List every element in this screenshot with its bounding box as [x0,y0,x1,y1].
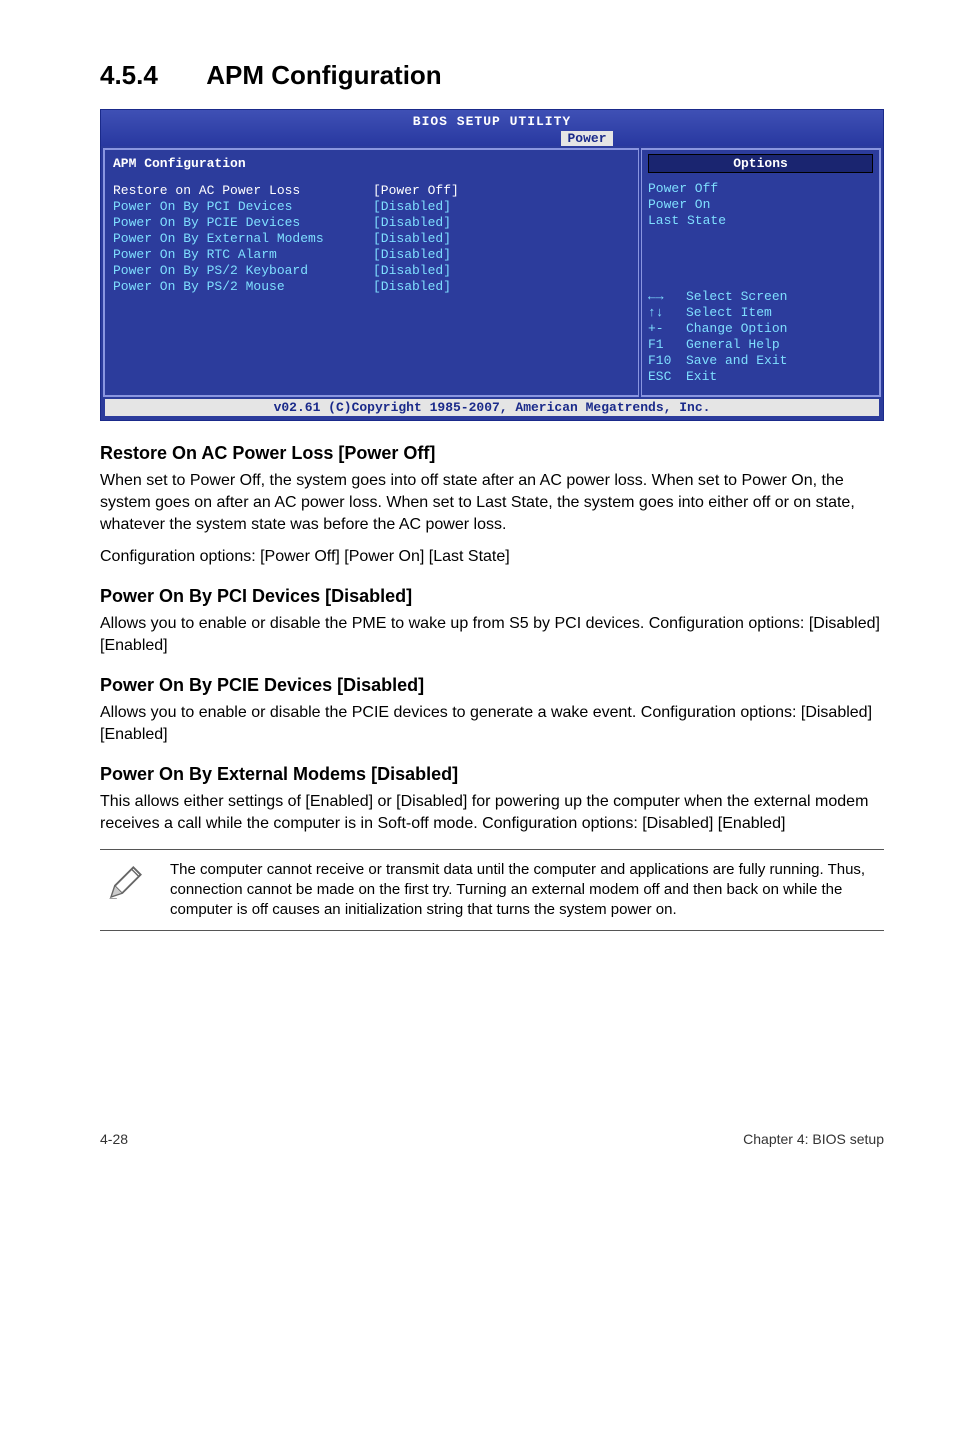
page-footer: 4-28 Chapter 4: BIOS setup [100,1131,884,1147]
bios-setting-label: Power On By PCI Devices [113,199,373,215]
nav-row: ↑↓Select Item [648,305,873,321]
bios-setting-row: Power On By External Modems [Disabled] [113,231,630,247]
bios-tabs: Power [101,131,883,146]
bios-left-title: APM Configuration [113,156,630,171]
option-item: Power Off [648,181,873,197]
nav-text: General Help [686,337,780,352]
nav-text: Save and Exit [686,353,787,368]
option-item: Power On [648,197,873,213]
bios-setting-row: Power On By PCIE Devices [Disabled] [113,215,630,231]
subsection-heading: Power On By PCIE Devices [Disabled] [100,675,884,696]
bios-setting-value: [Disabled] [373,231,451,247]
bios-setting-label: Power On By PS/2 Keyboard [113,263,373,279]
bios-setting-value: [Disabled] [373,263,451,279]
options-header: Options [648,154,873,173]
body-text: Allows you to enable or disable the PME … [100,613,884,657]
nav-row: F10Save and Exit [648,353,873,369]
nav-row: F1General Help [648,337,873,353]
nav-text: Select Screen [686,289,787,304]
option-item: Last State [648,213,873,229]
subsection-heading: Power On By External Modems [Disabled] [100,764,884,785]
bios-tab-power: Power [561,131,612,146]
bios-setting-value: [Disabled] [373,199,451,215]
bios-top-bar: BIOS SETUP UTILITY Power [101,110,883,146]
options-list: Power Off Power On Last State [648,181,873,229]
bios-setting-value: [Disabled] [373,279,451,295]
nav-text: Change Option [686,321,787,336]
section-title: APM Configuration [206,60,441,90]
body-text: This allows either settings of [Enabled]… [100,791,884,835]
section-heading: 4.5.4 APM Configuration [100,60,884,91]
page-number: 4-28 [100,1131,128,1147]
nav-text: Select Item [686,305,772,320]
bios-setting-label: Power On By PCIE Devices [113,215,373,231]
body-text: When set to Power Off, the system goes i… [100,470,884,536]
bios-setting-row: Restore on AC Power Loss [Power Off] [113,183,630,199]
nav-help: ←→Select Screen ↑↓Select Item +-Change O… [648,289,873,385]
nav-row: ESCExit [648,369,873,385]
bios-screenshot: BIOS SETUP UTILITY Power APM Configurati… [100,109,884,421]
note-text: The computer cannot receive or transmit … [170,860,880,920]
nav-key: +- [648,321,686,337]
nav-key: ESC [648,369,686,385]
bios-setting-label: Power On By PS/2 Mouse [113,279,373,295]
bios-setting-value: [Disabled] [373,215,451,231]
nav-key: F10 [648,353,686,369]
bios-setting-label: Power On By RTC Alarm [113,247,373,263]
bios-left-panel: APM Configuration Restore on AC Power Lo… [103,148,639,397]
nav-row: ←→Select Screen [648,289,873,305]
bios-setting-label: Power On By External Modems [113,231,373,247]
nav-key: ←→ [648,289,686,305]
note-block: The computer cannot receive or transmit … [100,849,884,931]
subsection-heading: Restore On AC Power Loss [Power Off] [100,443,884,464]
body-text: Allows you to enable or disable the PCIE… [100,702,884,746]
nav-key: F1 [648,337,686,353]
pencil-icon [104,860,148,909]
bios-setting-value: [Disabled] [373,247,451,263]
chapter-label: Chapter 4: BIOS setup [743,1131,884,1147]
bios-setting-row: Power On By PS/2 Mouse [Disabled] [113,279,630,295]
nav-row: +-Change Option [648,321,873,337]
bios-setting-row: Power On By PS/2 Keyboard [Disabled] [113,263,630,279]
body-text: Configuration options: [Power Off] [Powe… [100,546,884,568]
bios-setting-value: [Power Off] [373,183,459,199]
bios-title: BIOS SETUP UTILITY [101,112,883,131]
bios-setting-row: Power On By RTC Alarm [Disabled] [113,247,630,263]
nav-key: ↑↓ [648,305,686,321]
bios-setting-label: Restore on AC Power Loss [113,183,373,199]
section-number: 4.5.4 [100,60,200,91]
subsection-heading: Power On By PCI Devices [Disabled] [100,586,884,607]
bios-setting-row: Power On By PCI Devices [Disabled] [113,199,630,215]
bios-footer: v02.61 (C)Copyright 1985-2007, American … [105,399,879,416]
bios-right-panel: Options Power Off Power On Last State ←→… [641,148,881,397]
nav-text: Exit [686,369,717,384]
